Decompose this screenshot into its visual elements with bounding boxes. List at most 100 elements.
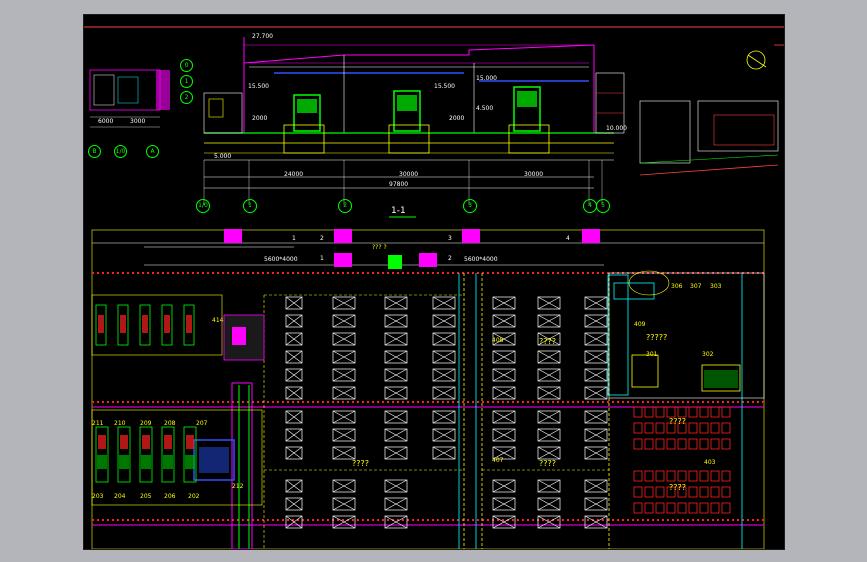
storage-rack [384,446,408,460]
section-title: 1-1 [391,206,406,216]
storage-rack [492,386,516,400]
equipment-marker [334,253,352,267]
storage-cell [655,502,665,514]
storage-rack [537,350,561,364]
machine-core [141,455,151,469]
room-209: 209 [140,420,152,427]
storage-rack [584,497,608,511]
elev-low: 4.500 [476,105,494,112]
storage-rack [332,515,356,529]
row2-number-2: 2 [448,255,452,262]
section-elevation [203,37,625,218]
storage-rack [432,368,456,382]
row-number-2: 2 [320,235,324,242]
detail-right [639,44,784,176]
elev-left: 15.500 [248,83,269,90]
dim-span-2: 30000 [399,171,419,178]
storage-rack [432,386,456,400]
detail-grid-1-0: 1/0 [114,145,127,158]
storage-cell [688,438,698,450]
storage-cell [633,470,643,482]
storage-rack [432,296,456,310]
storage-rack [384,497,408,511]
aux-dim-b: 2000 [449,115,465,122]
storage-rack [584,410,608,424]
storage-rack [537,296,561,310]
storage-cell [666,502,676,514]
storage-cell [699,422,709,434]
room-207: 207 [196,420,208,427]
magenta-markers [224,229,600,269]
storage-rack [432,410,456,424]
storage-cell [688,502,698,514]
storage-rack [332,350,356,364]
storage-rack [492,497,516,511]
storage-rack [584,446,608,460]
storage-rack [332,332,356,346]
grid-bubble-4: 4 [583,199,597,213]
storage-rack [285,368,303,382]
unknown-label-6: ???? [669,483,686,492]
detail-outline [89,69,161,111]
unknown-label-3: ???? [669,417,686,426]
storage-rack [537,368,561,382]
storage-cell [688,470,698,482]
dim-span-1: 24000 [284,171,304,178]
detail-grid-b: B [88,145,101,158]
room-302: 302 [702,351,714,358]
elev-mid: 15.500 [434,83,455,90]
room-403: 403 [704,459,716,466]
storage-rack [332,428,356,442]
machine-core [142,435,150,449]
storage-cell [710,406,720,418]
storage-rack [584,386,608,400]
plan-outline [91,229,765,549]
storage-rack [537,386,561,400]
elev-right: 15.000 [476,75,497,82]
storage-cell [710,470,720,482]
room-414: 414 [212,317,224,324]
storage-rack [492,350,516,364]
storage-rack [492,410,516,424]
storage-rack [492,479,516,493]
storage-rack [384,314,408,328]
machine-core [120,435,128,449]
storage-cell [666,438,676,450]
storage-rack [332,314,356,328]
storage-cell [633,406,643,418]
row-number-4: 4 [566,235,570,242]
storage-rack [285,497,303,511]
equipment-marker [224,229,242,243]
storage-rack [285,296,303,310]
storage-cell [644,438,654,450]
storage-cell [677,438,687,450]
storage-rack [332,368,356,382]
grid-bubble-1-0: 1/0 [196,199,210,213]
equipment-marker [334,229,352,243]
room-208: 208 [164,420,176,427]
equipment-marker [419,253,437,267]
storage-rack [537,314,561,328]
grid-bubble-5: 5 [596,199,610,213]
storage-rack [384,515,408,529]
equipment-marker [582,229,600,243]
room-206: 206 [164,493,176,500]
storage-cell [710,422,720,434]
storage-cell [655,486,665,498]
cad-drawing-canvas: 1-1 97800 24000 30000 30000 27.700 15.50… [83,14,785,550]
dim-total: 97800 [389,181,409,188]
storage-rack [384,296,408,310]
machine-core [164,435,172,449]
unknown-label-1: ???? [539,337,556,346]
storage-cell [710,438,720,450]
storage-rack [432,350,456,364]
unknown-label-5: ???? [539,459,556,468]
detail-circle-0: 0 [180,59,193,72]
storage-cell [655,438,665,450]
storage-rack [584,479,608,493]
storage-racks [285,296,608,529]
storage-rack [384,386,408,400]
storage-rack [537,446,561,460]
storage-rack [285,446,303,460]
row-number-3: 3 [448,235,452,242]
